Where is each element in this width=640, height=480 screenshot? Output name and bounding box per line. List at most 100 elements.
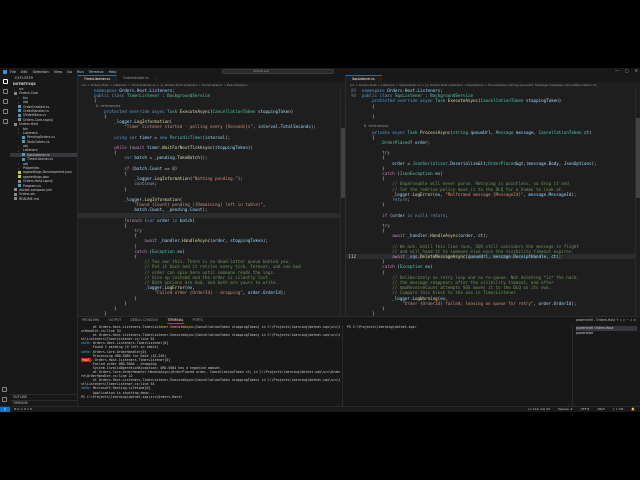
file-icon bbox=[18, 109, 21, 113]
code-text: "Order {OrderId} failed; leaving on queu… bbox=[402, 300, 577, 306]
file-icon bbox=[14, 122, 17, 126]
terminal-split[interactable]: PS C:\Projects\learning\dotnet-sqs> bbox=[342, 325, 572, 407]
file-tree-label: OrderHandler.cs bbox=[23, 108, 49, 113]
file-tree-label: Orders.sln bbox=[19, 192, 36, 197]
gear-icon[interactable] bbox=[2, 397, 7, 402]
code-editor-right[interactable]: 89 namespace Orders.Host.Listeners; 90 publ… bbox=[346, 88, 640, 316]
scrollbar-left[interactable] bbox=[340, 88, 345, 316]
menu-item[interactable]: Terminal bbox=[89, 70, 104, 74]
file-icon bbox=[14, 192, 17, 196]
scrollbar-right[interactable] bbox=[635, 88, 640, 316]
status-item[interactable]: { } C# bbox=[613, 407, 623, 412]
file-tree-label: bin bbox=[23, 95, 28, 100]
file-icon bbox=[14, 188, 17, 192]
menu-item[interactable]: Edit bbox=[21, 70, 28, 74]
file-tree-label: Orders.Host.csproj bbox=[23, 179, 53, 184]
panel-tab[interactable]: OUTPUT bbox=[108, 317, 121, 324]
code-text: using var timer = new PeriodicTimer(inte… bbox=[114, 134, 231, 140]
maximize-icon[interactable]: ▢ bbox=[625, 68, 629, 73]
file-tree-label: TimerListener.cs bbox=[27, 157, 54, 162]
code-text: } bbox=[94, 186, 127, 192]
scrollbar-thumb[interactable] bbox=[341, 128, 345, 198]
command-center-search[interactable]: dotnet-sqs bbox=[222, 69, 334, 74]
code-text: "Timer listener started - polling every … bbox=[124, 124, 316, 130]
file-tree-label: bin bbox=[23, 126, 28, 131]
status-item[interactable]: Spaces: 4 bbox=[558, 407, 573, 412]
status-item[interactable]: Ln 112, Col 42 bbox=[528, 407, 550, 412]
editor-tab[interactable]: SqsListener.cs bbox=[346, 75, 382, 82]
status-right: Ln 112, Col 42 Spaces: 4 UTF-8 CRLF { } C# 🔔 bbox=[528, 407, 635, 412]
file-tree-label: Orders.Core bbox=[19, 91, 39, 96]
code-text: public class TimerListener : BackgroundS… bbox=[94, 93, 211, 99]
code-line[interactable]: "Timer listener started - polling every … bbox=[78, 124, 345, 129]
file-tree-label: docker-compose.yml bbox=[19, 187, 52, 192]
timeline-section[interactable]: TIMELINE bbox=[10, 400, 77, 405]
chevron-right-icon: › bbox=[14, 87, 16, 92]
panel-tab[interactable]: TERMINAL bbox=[167, 317, 184, 324]
problems-status[interactable]: ⊗ 0 ⚠ 0 ⚡ 0 bbox=[14, 407, 32, 412]
account-icon[interactable] bbox=[2, 387, 7, 392]
file-icon bbox=[14, 91, 17, 95]
explorer-icon[interactable] bbox=[2, 79, 8, 84]
status-bar: ⟩⟨ ⊗ 0 ⚠ 0 ⚡ 0 Ln 112, Col 42 Spaces: 4 UT… bbox=[0, 406, 640, 412]
file-tree-label: appsettings.Development.json bbox=[23, 170, 72, 175]
file-icon bbox=[22, 135, 25, 139]
title-bar: File Edit Selection View Go Run Terminal Help d… bbox=[0, 68, 640, 75]
status-item[interactable]: CRLF bbox=[597, 407, 605, 412]
menu-item[interactable]: Go bbox=[67, 70, 72, 74]
vscode-window: File Edit Selection View Go Run Terminal Help d… bbox=[0, 68, 640, 412]
file-tree-label: SqsListener.cs bbox=[27, 152, 50, 157]
file-icon bbox=[18, 113, 21, 117]
minimize-icon[interactable]: — bbox=[615, 68, 619, 73]
run-debug-icon[interactable] bbox=[2, 109, 8, 114]
extensions-icon[interactable] bbox=[2, 119, 8, 124]
terminal-list-item[interactable]: powershell bbox=[576, 331, 637, 336]
code-text: if (order is null) return; bbox=[382, 212, 448, 218]
menu-item[interactable]: Help bbox=[108, 70, 116, 74]
code-line[interactable]: order = JsonSerializer.Deserialize&lt;Or… bbox=[346, 161, 640, 166]
file-tree-item[interactable]: README.md bbox=[10, 197, 77, 201]
file-tree-label: Listeners bbox=[23, 148, 38, 153]
outline-section[interactable]: OUTLINE bbox=[10, 394, 77, 399]
code-text: order = JsonSerializer.Deserialize&lt;Or… bbox=[392, 160, 597, 166]
status-item[interactable]: 🔔 bbox=[631, 407, 635, 412]
scrollbar-thumb[interactable] bbox=[636, 118, 640, 198]
file-icon bbox=[14, 197, 17, 201]
file-icon bbox=[22, 153, 25, 157]
panel-tab[interactable]: DEBUG CONSOLE bbox=[130, 317, 158, 324]
panel-toolbar[interactable]: powershell - Orders.Host + ∨ ▯ ··· ∧ × bbox=[576, 317, 636, 324]
code-text: } bbox=[362, 113, 375, 119]
file-tree-label: Program.cs bbox=[23, 183, 41, 188]
file-tree-label: appsettings.json bbox=[23, 174, 50, 179]
file-tree-label: obj bbox=[23, 161, 28, 166]
menu-item[interactable]: Run bbox=[77, 70, 84, 74]
chevron-right-icon: › bbox=[18, 131, 20, 136]
search-icon[interactable] bbox=[2, 89, 8, 94]
explorer-header: EXPLORER bbox=[15, 76, 34, 80]
menu-item[interactable]: File bbox=[10, 70, 16, 74]
terminal-output[interactable]: at Orders.Host.Listeners.TimerListener.E… bbox=[78, 325, 340, 407]
editor-tabs-right: SqsListener.cs bbox=[346, 75, 640, 82]
file-tree-label: PendingOrders.cs bbox=[27, 135, 55, 140]
editor-tab[interactable]: TimerListener.cs bbox=[78, 75, 118, 82]
panel-tab[interactable]: PROBLEMS bbox=[82, 317, 99, 324]
code-text: batch.Count, _pending.Count); bbox=[134, 207, 208, 213]
remote-indicator-icon[interactable]: ⟩⟨ bbox=[0, 407, 10, 412]
code-text: await _handler.HandleAsync(order, ct); bbox=[392, 233, 489, 239]
file-tree-label: StubOrders.cs bbox=[27, 139, 50, 144]
code-editor-left[interactable]: namespace Orders.Host.Listeners; public c… bbox=[78, 88, 345, 316]
menu-bar: File Edit Selection View Go Run Terminal Help bbox=[10, 70, 121, 74]
terminal-line: PS C:\Projects\learning\dotnet-sqs\src\O… bbox=[81, 394, 185, 399]
source-control-icon[interactable] bbox=[2, 99, 8, 104]
menu-item[interactable]: View bbox=[54, 70, 62, 74]
status-item[interactable]: UTF-8 bbox=[581, 407, 590, 412]
close-icon[interactable]: ✕ bbox=[635, 68, 638, 73]
editor-tab[interactable]: OrderHandler.cs bbox=[117, 75, 156, 82]
menu-item[interactable]: Selection bbox=[33, 70, 49, 74]
chevron-right-icon: › bbox=[18, 96, 20, 101]
panel-tab[interactable]: PORTS bbox=[193, 317, 203, 324]
file-tree-label: README.md bbox=[19, 196, 39, 201]
code-text: var batch = _pending.TakeBatch(); bbox=[124, 155, 208, 161]
editor-group-left: TimerListener.cs OrderHandler.cs src > Or… bbox=[78, 75, 346, 316]
code-text: protected override async Task ExecuteAsy… bbox=[104, 108, 294, 114]
